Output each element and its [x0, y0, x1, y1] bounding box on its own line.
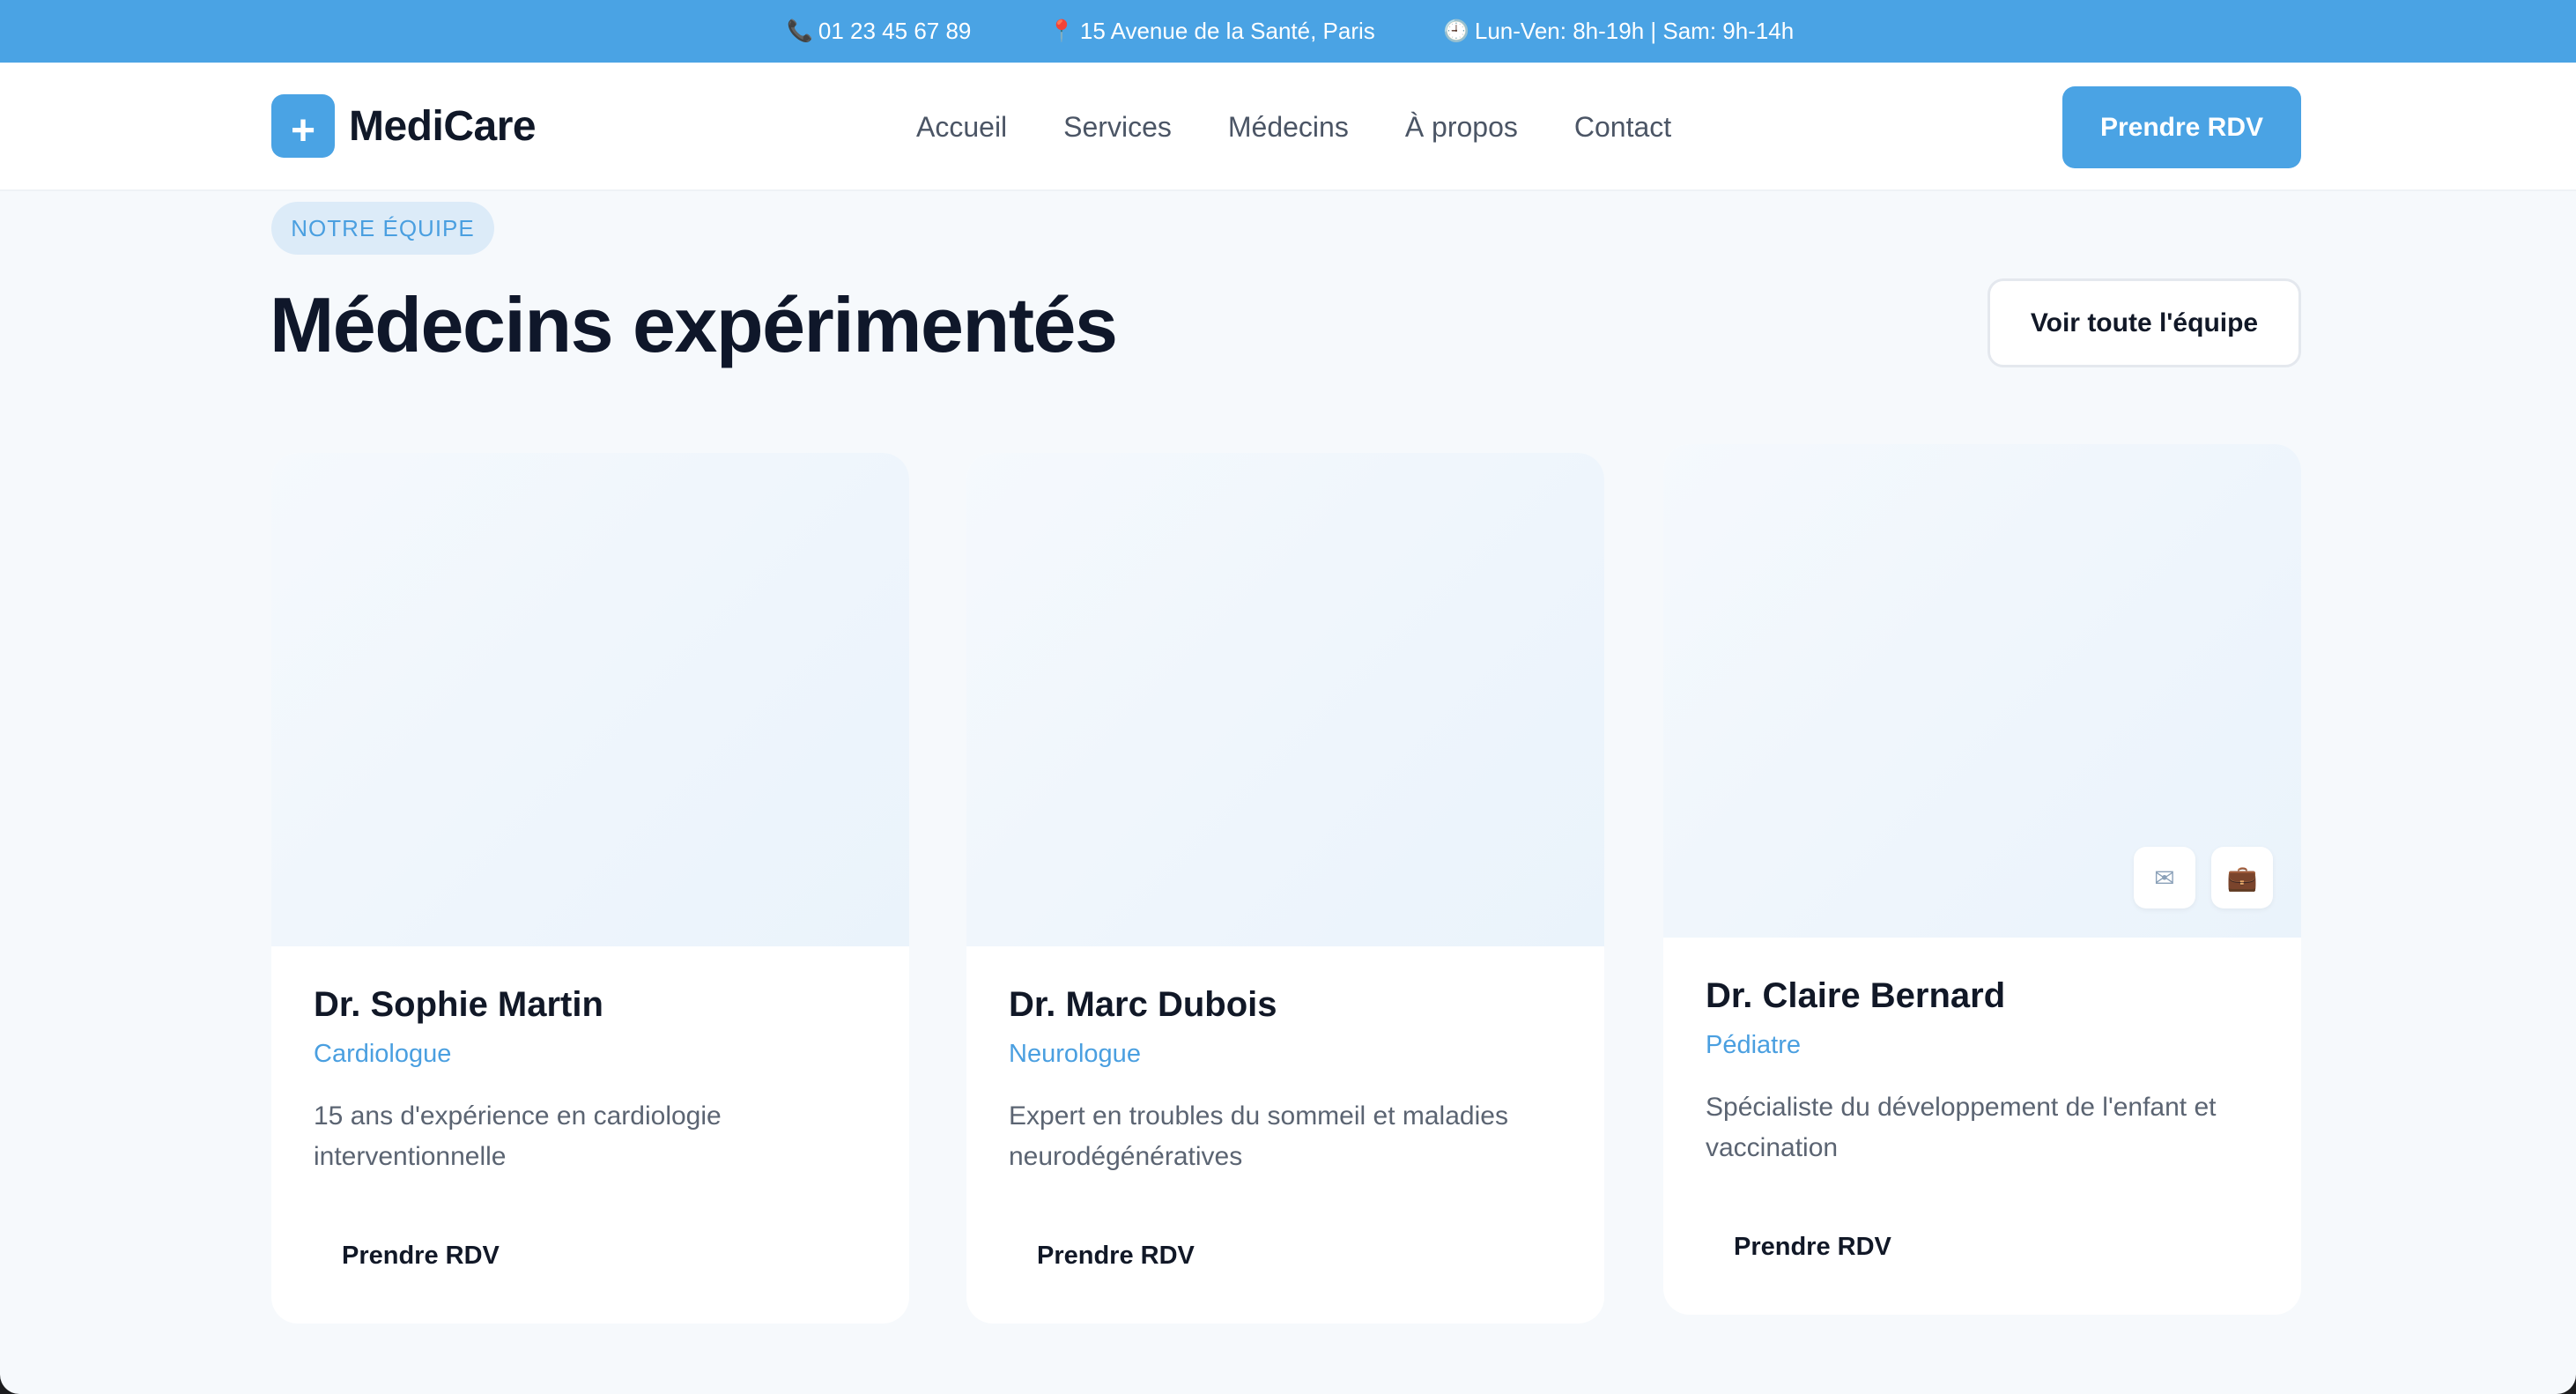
logo-plus-icon: + [271, 94, 335, 158]
see-all-team-button[interactable]: Voir toute l'équipe [1988, 278, 2301, 367]
doctor-book-button[interactable]: Prendre RDV [1706, 1220, 1920, 1274]
doctor-book-button[interactable]: Prendre RDV [314, 1228, 528, 1283]
browser-window: 📞 01 23 45 67 89 📍 15 Avenue de la Santé… [0, 0, 2576, 1394]
doctor-book-button[interactable]: Prendre RDV [1009, 1228, 1223, 1283]
briefcase-icon[interactable]: 💼 [2211, 847, 2273, 908]
address-text: 15 Avenue de la Santé, Paris [1079, 18, 1375, 44]
nav-link-medecins[interactable]: Médecins [1228, 111, 1349, 144]
doctor-photo [271, 453, 909, 946]
mail-icon[interactable]: ✉ [2134, 847, 2195, 908]
phone-text: 01 23 45 67 89 [818, 18, 972, 44]
doctor-description: Spécialiste du développement de l'enfant… [1706, 1093, 2217, 1162]
nav-link-contact[interactable]: Contact [1574, 111, 1671, 144]
doctor-contact-icons: ✉ 💼 [2118, 847, 2273, 908]
doctor-photo [966, 453, 1604, 946]
clock-icon: 🕘 [1443, 19, 1469, 43]
logo[interactable]: + MediCare [271, 94, 537, 158]
nav-link-a-propos[interactable]: À propos [1405, 111, 1518, 144]
doctor-specialty: Cardiologue [314, 1040, 452, 1068]
nav-link-accueil[interactable]: Accueil [916, 111, 1007, 144]
section-title: Médecins expérimentés [270, 281, 1118, 368]
phone-icon: 📞 [787, 19, 813, 43]
address-info: 📍 15 Avenue de la Santé, Paris [1048, 0, 1375, 63]
doctor-photo: ✉ 💼 [1663, 444, 2301, 938]
doctor-name: Dr. Marc Dubois [1009, 985, 1277, 1024]
section-tag: NOTRE ÉQUIPE [271, 202, 494, 255]
doctor-card: ✉ 💼 Dr. Claire Bernard Pédiatre Spéciali… [1663, 444, 2301, 1315]
site-header: + MediCare Accueil Services Médecins À p… [0, 63, 2576, 191]
info-bar: 📞 01 23 45 67 89 📍 15 Avenue de la Santé… [0, 0, 2576, 63]
main-nav: Accueil Services Médecins À propos Conta… [916, 63, 1728, 191]
logo-text: MediCare [349, 102, 537, 150]
doctor-card: Dr. Marc Dubois Neurologue Expert en tro… [966, 453, 1604, 1324]
doctor-description: 15 ans d'expérience en cardiologie inter… [314, 1101, 722, 1171]
doctor-card: Dr. Sophie Martin Cardiologue 15 ans d'e… [271, 453, 909, 1324]
doctor-name: Dr. Sophie Martin [314, 985, 603, 1024]
doctor-description: Expert en troubles du sommeil et maladie… [1009, 1101, 1508, 1171]
hours-text: Lun-Ven: 8h-19h | Sam: 9h-14h [1474, 18, 1795, 44]
doctor-specialty: Neurologue [1009, 1040, 1141, 1068]
doctor-name: Dr. Claire Bernard [1706, 976, 2006, 1015]
book-appointment-button[interactable]: Prendre RDV [2062, 86, 2301, 168]
map-pin-icon: 📍 [1048, 19, 1075, 43]
nav-link-services[interactable]: Services [1063, 111, 1172, 144]
hours-info: 🕘 Lun-Ven: 8h-19h | Sam: 9h-14h [1443, 0, 1794, 63]
phone-info[interactable]: 📞 01 23 45 67 89 [787, 0, 971, 63]
doctor-specialty: Pédiatre [1706, 1031, 1802, 1059]
